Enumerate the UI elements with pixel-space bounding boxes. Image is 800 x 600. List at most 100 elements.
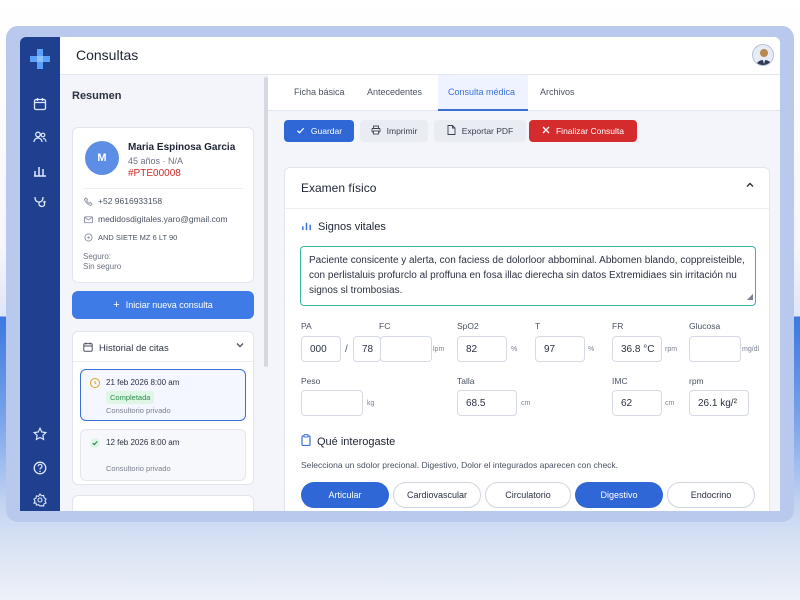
appointment-date: 21 feb 2026 8:00 am (106, 378, 180, 387)
spo2-input[interactable]: 82 (457, 336, 507, 362)
chip-endocrino[interactable]: Endocrino (667, 482, 755, 508)
bar-chart-icon[interactable] (28, 158, 52, 182)
fr-unit: rpm (665, 346, 678, 353)
divider (83, 188, 243, 189)
interrogation-title: Qué interogaste (317, 435, 396, 448)
app-window: Consultas Resumen M Maria Espinosa Garci… (20, 37, 780, 511)
patient-address-row: AND SIETE MZ 6 LT 90 (83, 232, 177, 242)
peso-input[interactable] (301, 390, 363, 416)
patient-address: AND SIETE MZ 6 LT 90 (98, 232, 178, 242)
imc-unit: cm (665, 400, 675, 407)
glucosa-input[interactable] (689, 336, 741, 362)
peso-label: Peso (301, 376, 321, 386)
new-consult-button[interactable]: + Iniciar nueva consulta (72, 291, 254, 319)
clock-status-icon (90, 378, 100, 388)
save-button[interactable]: Guardar (284, 120, 354, 142)
calendar-icon[interactable] (28, 92, 52, 116)
exam-notes-textarea[interactable]: Paciente consicente y alerta, con facies… (300, 246, 756, 306)
pa-separator: / (345, 344, 348, 355)
star-icon[interactable] (28, 422, 52, 446)
pa-label: PA (301, 321, 312, 331)
finalize-consult-button[interactable]: Finalizar Consulta (529, 120, 637, 142)
stethoscope-icon[interactable] (28, 189, 52, 213)
patient-email: medidosdigitales.yaro@gmail.com (98, 214, 228, 224)
chip-digestivo[interactable]: Digestivo (575, 482, 663, 508)
patient-id: #PTE00008 (128, 168, 181, 179)
glucosa-label: Glucosa (689, 321, 721, 331)
clipboard-icon (301, 434, 311, 449)
chip-articular[interactable]: Articular (301, 482, 389, 508)
users-icon[interactable] (28, 125, 52, 149)
patient-phone-row: +52 9616933158 (83, 196, 162, 206)
glucosa-unit: mg/dl (742, 346, 760, 353)
fc-label: FC (379, 321, 391, 331)
close-icon (542, 126, 550, 136)
t-label: T (535, 321, 541, 331)
resize-grip-icon[interactable]: ◢ (747, 289, 753, 304)
tab-bar: Ficha básica Antecedentes Consulta médic… (268, 75, 780, 111)
patient-email-row: medidosdigitales.yaro@gmail.com (83, 214, 228, 224)
user-avatar[interactable] (752, 44, 774, 66)
summary-panel: Resumen M Maria Espinosa Garcia 45 años … (60, 75, 265, 511)
interrogation-section-title: Qué interogaste (301, 434, 395, 449)
patient-avatar: M (85, 141, 119, 175)
bar-chart-icon (301, 220, 312, 234)
t-input[interactable]: 97 (535, 336, 585, 362)
spo2-unit: % (511, 346, 518, 353)
vitals-title: Signos vitales (318, 221, 386, 233)
print-label: Imprimir (386, 126, 418, 136)
imc-label: IMC (612, 376, 628, 386)
patient-age: 45 años · N/A (128, 156, 184, 166)
appointment-location: Consultorio privado (106, 406, 171, 415)
fc-input[interactable] (380, 336, 432, 362)
chip-circulatorio[interactable]: Circulatorio (485, 482, 571, 508)
patient-phone: +52 9616933158 (98, 196, 163, 206)
export-pdf-button[interactable]: Exportar PDF (434, 120, 526, 142)
page-title: Consultas (76, 47, 139, 63)
talla-input[interactable]: 68.5 (457, 390, 517, 416)
document-icon (447, 125, 456, 137)
save-label: Guardar (310, 126, 343, 136)
pa-systolic-input[interactable]: 000 (301, 336, 341, 362)
pa-diastolic-input[interactable]: 78 (353, 336, 381, 362)
fr-label: FR (612, 321, 624, 331)
appointment-item[interactable]: 12 feb 2026 8:00 am Consultorio privado (80, 429, 246, 481)
imc-input[interactable]: 62 (612, 390, 662, 416)
help-icon[interactable] (28, 456, 52, 480)
new-consult-label: Iniciar nueva consulta (125, 300, 213, 310)
history-header[interactable]: Historial de citas (83, 342, 169, 355)
check-icon (90, 438, 100, 448)
settings-gear-icon[interactable] (28, 488, 52, 511)
chevron-up-icon[interactable] (745, 179, 755, 193)
tab-archivos[interactable]: Archivos (540, 87, 575, 97)
appointment-location: Consultorio privado (106, 464, 171, 473)
appointment-item[interactable]: 21 feb 2026 8:00 am Completada Consultor… (80, 369, 246, 421)
vitals-section-title: Signos vitales (301, 220, 386, 234)
fr-input[interactable]: 36.8 °C (612, 336, 662, 362)
talla-unit: cm (521, 400, 531, 407)
talla-label: Talla (457, 376, 475, 386)
history-title: Historial de citas (99, 343, 169, 354)
chevron-down-icon[interactable] (235, 340, 245, 353)
exam-title: Examen físico (301, 181, 377, 195)
collapsed-section-card[interactable] (72, 495, 254, 511)
print-button[interactable]: Imprimir (360, 120, 428, 142)
rpm-input[interactable]: 26.1 kg/² (689, 390, 749, 416)
phone-icon (83, 196, 93, 206)
main-content: Ficha básica Antecedentes Consulta médic… (268, 75, 780, 511)
sidebar (20, 37, 60, 511)
appointment-date: 12 feb 2026 8:00 am (106, 438, 180, 447)
status-badge: Completada (106, 391, 155, 404)
fc-unit: lpm (433, 346, 445, 353)
tab-consulta-medica[interactable]: Consulta médica (448, 87, 515, 97)
calendar-small-icon (83, 342, 93, 355)
mail-icon (83, 214, 93, 224)
tab-antecedentes[interactable]: Antecedentes (367, 87, 422, 97)
logo-cross-icon (28, 47, 52, 71)
history-card: Historial de citas 21 feb 2026 8:00 am C… (72, 331, 254, 485)
chip-cardiovascular[interactable]: Cardiovascular (393, 482, 481, 508)
patient-name: Maria Espinosa Garcia (128, 142, 236, 153)
physical-exam-card: Examen físico Signos vitales Paciente co… (284, 167, 770, 511)
tab-ficha-basica[interactable]: Ficha básica (294, 87, 345, 97)
printer-icon (371, 125, 381, 137)
